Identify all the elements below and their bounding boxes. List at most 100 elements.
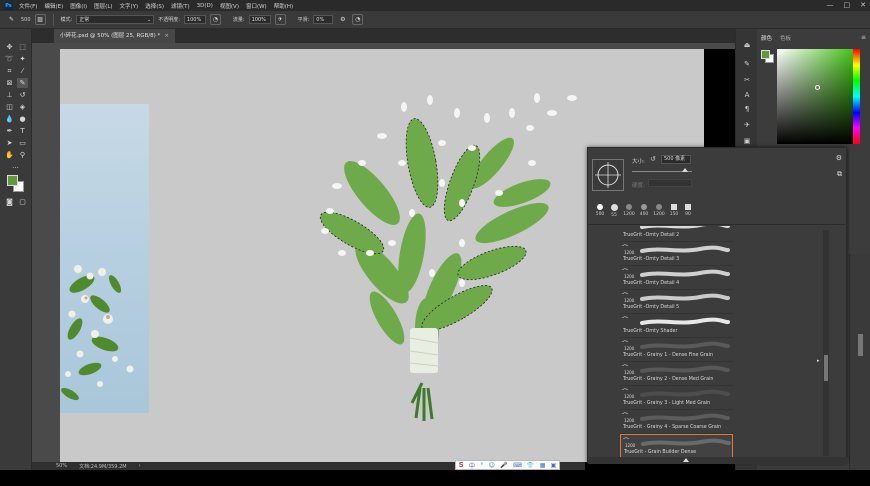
menu-select[interactable]: 选择(S) xyxy=(145,2,164,10)
blur-tool-icon[interactable]: 💧 xyxy=(4,114,15,124)
gear-icon[interactable]: ⚙ xyxy=(836,154,842,162)
brush-preset-row[interactable]: ⌒ TrueGrit -Ornty Shader xyxy=(620,314,733,338)
color-picker-marker[interactable] xyxy=(815,85,820,90)
flow-field[interactable]: 100% xyxy=(248,15,271,24)
menu-window[interactable]: 窗口(W) xyxy=(246,2,267,10)
airbrush-icon[interactable]: ✈ xyxy=(274,14,286,25)
foreground-color-swatch[interactable] xyxy=(761,50,770,59)
ime-skin-icon[interactable]: 👕 xyxy=(527,462,534,469)
adjustments-panel-icon[interactable]: ✂ xyxy=(741,74,753,86)
color-field[interactable] xyxy=(777,49,855,144)
brush-panel-icon[interactable]: ✈ xyxy=(741,119,753,131)
layers-scrollbar[interactable] xyxy=(858,334,863,356)
brush-preset-row[interactable]: ⌒ 1200 TrueGrit -Ornty Detail 4 xyxy=(620,266,733,290)
smoothing-field[interactable]: 0% xyxy=(313,15,334,24)
lasso-tool-icon[interactable]: ➰ xyxy=(4,54,15,64)
gear-icon[interactable]: ⚙ xyxy=(337,14,348,25)
recent-brush[interactable]: 1200 xyxy=(653,203,665,220)
frame-tool-icon[interactable]: ⊠ xyxy=(4,78,15,88)
menu-type[interactable]: 文字(Y) xyxy=(120,2,139,10)
brush-preset-row[interactable]: ⌒ 1200 TrueGrit - Grain Builder Dense xyxy=(620,434,733,457)
paragraph-panel-icon[interactable]: ¶ xyxy=(741,103,753,115)
recent-brush[interactable]: 90 xyxy=(682,203,694,220)
eraser-icon[interactable]: ◫ xyxy=(4,102,15,112)
ime-voice-icon[interactable]: 🎤 xyxy=(500,462,507,469)
recent-brush[interactable]: 55 xyxy=(608,203,620,220)
brush-preset-row[interactable]: ⌒ 1200 TrueGrit - Grainy 4 - Sparse Coarse… xyxy=(620,410,733,434)
hardness-field[interactable] xyxy=(648,179,692,187)
path-select-icon[interactable]: ➤ xyxy=(4,138,15,148)
hue-slider[interactable] xyxy=(853,49,860,144)
marquee-tool-icon[interactable]: ⬚ xyxy=(17,42,28,52)
panel-menu-icon[interactable]: ≡ xyxy=(861,34,866,41)
brush-preset-row[interactable]: ⌒ 1200 TrueGrit -Ornty Detail 3 xyxy=(620,242,733,266)
photoshop-logo[interactable]: Ps xyxy=(4,1,13,10)
brush-size-label[interactable]: 500 xyxy=(21,17,31,23)
pressure-opacity-icon[interactable]: ◔ xyxy=(209,14,221,25)
menu-3d[interactable]: 3D(D) xyxy=(197,3,213,9)
brush-list-scrollbar[interactable] xyxy=(823,230,829,456)
menu-image[interactable]: 图像(I) xyxy=(70,2,87,10)
history-panel-icon[interactable]: ⏏ xyxy=(741,39,753,51)
brush-preset-row[interactable]: ⌒ 1200 TrueGrit - Grainy 2 - Dense Med Gra… xyxy=(620,362,733,386)
size-input[interactable]: 500 像素 xyxy=(661,155,691,164)
mode-select[interactable]: 正常 ⌄ xyxy=(76,15,155,24)
ime-keyboard-icon[interactable]: ⌨ xyxy=(513,462,522,469)
more-tools-icon[interactable]: ··· xyxy=(10,163,21,173)
brush-tip-preview[interactable] xyxy=(592,159,624,191)
recent-brush[interactable]: 500 xyxy=(594,203,606,220)
brush-tool-icon[interactable]: ✎ xyxy=(17,78,28,88)
size-slider-thumb[interactable] xyxy=(682,168,688,172)
quick-mask-icon[interactable]: ◙ xyxy=(4,197,15,207)
status-arrow-icon[interactable]: › xyxy=(139,463,141,469)
pressure-size-icon[interactable]: ◔ xyxy=(352,14,364,25)
zoom-level[interactable]: 50% xyxy=(56,463,67,469)
recent-brush[interactable]: 1200 xyxy=(623,203,635,220)
tab-swatches[interactable]: 色板 xyxy=(780,34,791,44)
type-tool-icon[interactable]: T xyxy=(17,126,28,136)
pen-tool-icon[interactable]: ✒ xyxy=(4,126,15,136)
ime-logo[interactable]: S xyxy=(459,461,464,469)
dodge-tool-icon[interactable]: ● xyxy=(17,114,28,124)
shape-tool-icon[interactable]: ▭ xyxy=(17,138,28,148)
menu-help[interactable]: 帮助(H) xyxy=(274,2,293,10)
menu-view[interactable]: 视图(V) xyxy=(220,2,239,10)
menu-layer[interactable]: 图层(L) xyxy=(94,2,112,10)
size-slider[interactable] xyxy=(632,168,692,172)
zoom-tool-icon[interactable]: ⚲ xyxy=(17,150,28,160)
opacity-field[interactable]: 100% xyxy=(183,15,206,24)
brush-preset-row[interactable]: ⌒ 1200 TrueGrit - Grainy 3 - Light Med Gra… xyxy=(620,386,733,410)
new-preset-icon[interactable]: ⧉ xyxy=(837,170,842,179)
crop-tool-icon[interactable]: ⌗ xyxy=(4,66,15,76)
brush-preset-row[interactable]: ⌒ 1200 TrueGrit -Ornty Detail 5 xyxy=(620,290,733,314)
magic-wand-icon[interactable]: ✦ xyxy=(17,54,28,64)
clone-source-icon[interactable]: ▣ xyxy=(741,135,753,147)
ime-emoji-icon[interactable]: ☺ xyxy=(489,462,495,469)
brush-preset-row[interactable]: ⌒ 1200 TrueGrit - Grainy 1 - Dense Fine Gr… xyxy=(620,338,733,362)
ime-punctuation[interactable]: ° xyxy=(480,462,483,469)
move-tool-icon[interactable]: ✥ xyxy=(4,42,15,52)
maximize-button[interactable]: □ xyxy=(844,1,851,9)
scrollbar-thumb[interactable] xyxy=(824,355,828,381)
recent-brush[interactable]: 400 xyxy=(638,203,650,220)
screen-mode-icon[interactable]: ▢ xyxy=(17,197,28,207)
ime-toolbox-icon[interactable]: ▦ xyxy=(540,462,546,469)
tab-document[interactable]: 小碎花.psd @ 50% (图层 25, RGB/8) * × xyxy=(54,29,175,43)
close-button[interactable]: ✕ xyxy=(860,1,866,9)
foreground-color-swatch[interactable] xyxy=(7,175,18,186)
eyedropper-icon[interactable]: ⁄ xyxy=(17,66,28,76)
minimize-button[interactable]: — xyxy=(827,1,834,9)
stamp-tool-icon[interactable]: ⊥ xyxy=(4,90,15,100)
brush-tool-icon[interactable]: ✎ xyxy=(6,14,17,25)
menu-filter[interactable]: 滤镜(T) xyxy=(171,2,190,10)
close-icon[interactable]: × xyxy=(164,33,169,39)
history-brush-icon[interactable]: ↺ xyxy=(17,90,28,100)
ime-settings-icon[interactable]: ▣ xyxy=(551,462,557,469)
hand-tool-icon[interactable]: ✋ xyxy=(4,150,15,160)
brush-settings-icon[interactable]: ▨ xyxy=(34,14,46,25)
bucket-icon[interactable]: ◈ xyxy=(17,102,28,112)
reset-size-icon[interactable]: ↺ xyxy=(650,155,656,163)
properties-panel-icon[interactable]: ✎ xyxy=(741,58,753,70)
character-panel-icon[interactable]: A xyxy=(741,89,753,101)
recent-brush[interactable]: 150 xyxy=(668,203,680,220)
